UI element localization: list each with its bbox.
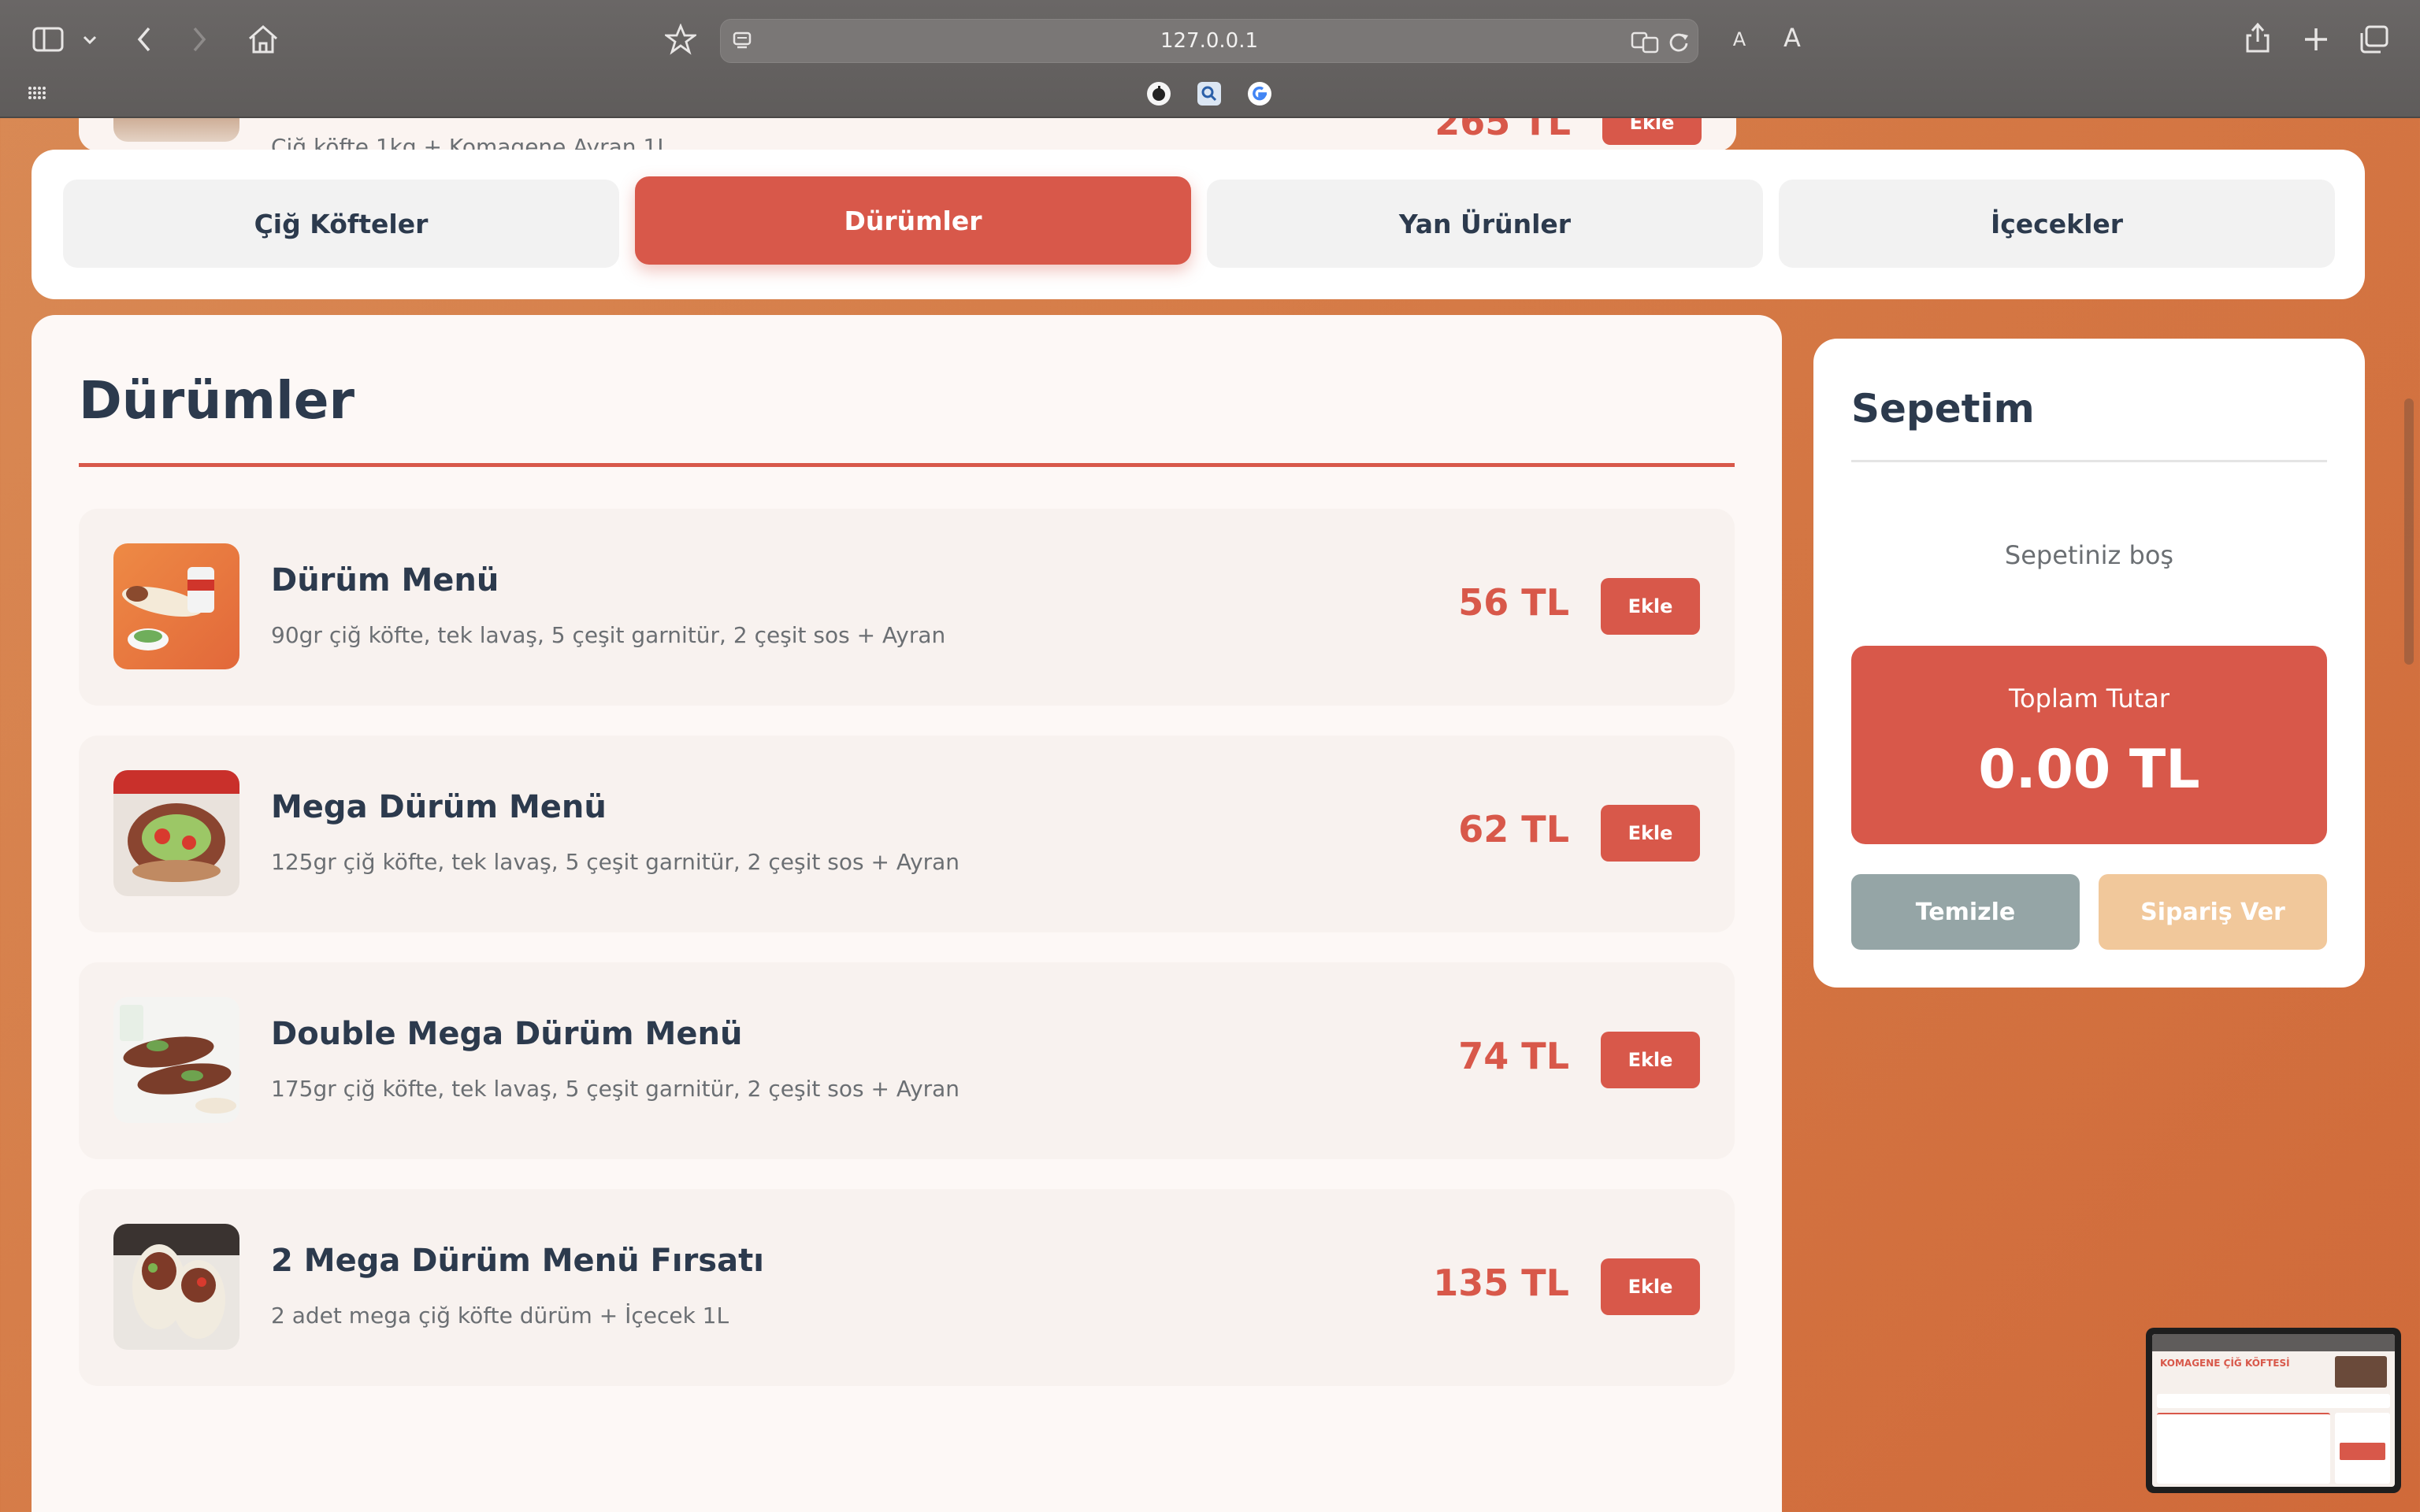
item-description: 90gr çiğ köfte, tek lavaş, 5 çeşit garni… xyxy=(271,622,946,648)
item-name: Mega Dürüm Menü xyxy=(271,789,607,825)
category-tabs: Çiğ Köfteler Dürümler Yan Ürünler İçecek… xyxy=(32,150,2365,299)
preview-title: KOMAGENE ÇİĞ KÖFTESİ xyxy=(2160,1358,2290,1369)
preview-list xyxy=(2157,1413,2330,1484)
preview-tabs xyxy=(2157,1394,2390,1408)
apple-favicon-icon[interactable] xyxy=(1147,82,1171,106)
search-favicon-icon[interactable] xyxy=(1197,82,1221,106)
total-value: 0.00 TL xyxy=(1978,739,2200,801)
google-favicon-icon[interactable] xyxy=(1248,82,1271,106)
menu-item: Mega Dürüm Menü 125gr çiğ köfte, tek lav… xyxy=(79,736,1735,932)
section-title: Dürümler xyxy=(79,370,355,431)
item-price: 135 TL xyxy=(1433,1262,1569,1304)
item-price: 62 TL xyxy=(1458,808,1569,850)
cart-empty-message: Sepetiniz boş xyxy=(2004,540,2174,570)
preview-toolbar xyxy=(2152,1334,2395,1351)
durum-menu-image xyxy=(113,543,239,669)
menu-panel: Dürümler Dürüm Menü 90gr çiğ köfte, tek … xyxy=(32,315,1782,1512)
menu-item: 2 Mega Dürüm Menü Fırsatı 2 adet mega çi… xyxy=(79,1189,1735,1386)
browser-toolbar: 127.0.0.1 A A xyxy=(0,0,2420,118)
tabs-overview-icon[interactable] xyxy=(2357,24,2390,55)
text-larger-button[interactable]: A xyxy=(1780,22,1804,54)
item-description: 2 adet mega çiğ köfte dürüm + İçecek 1L xyxy=(271,1303,729,1329)
mega-durum-firsati-image xyxy=(113,1224,239,1350)
total-box: Toplam Tutar 0.00 TL xyxy=(1851,646,2327,844)
tab-cig-kofteler[interactable]: Çiğ Köfteler xyxy=(63,180,619,268)
place-order-button[interactable]: Sipariş Ver xyxy=(2099,874,2327,950)
preview-cart xyxy=(2335,1413,2390,1484)
sidebar-toggle-icon[interactable] xyxy=(30,24,66,55)
cart-panel: Sepetim Sepetiniz boş Toplam Tutar 0.00 … xyxy=(1813,339,2365,988)
scrollbar[interactable] xyxy=(2404,398,2414,665)
home-icon[interactable] xyxy=(246,22,280,57)
preview-page: KOMAGENE ÇİĞ KÖFTESİ xyxy=(2152,1334,2395,1487)
grid-menu-icon[interactable] xyxy=(25,83,49,102)
bookmark-star-icon[interactable] xyxy=(663,22,698,57)
tab-durumler[interactable]: Dürümler xyxy=(635,176,1191,265)
preview-banner-image xyxy=(2335,1356,2387,1388)
double-mega-durum-menu-image xyxy=(113,997,239,1123)
clear-cart-button[interactable]: Temizle xyxy=(1851,874,2080,950)
item-description: 125gr çiğ köfte, tek lavaş, 5 çeşit garn… xyxy=(271,849,960,875)
section-divider xyxy=(79,463,1735,467)
reload-icon[interactable] xyxy=(1666,29,1691,54)
translate-icon[interactable] xyxy=(1630,29,1661,54)
url-text: 127.0.0.1 xyxy=(1160,29,1259,53)
back-icon[interactable] xyxy=(132,24,156,55)
menu-item: Dürüm Menü 90gr çiğ köfte, tek lavaş, 5 … xyxy=(79,509,1735,706)
text-smaller-button[interactable]: A xyxy=(1730,25,1749,54)
menu-item: Double Mega Dürüm Menü 175gr çiğ köfte, … xyxy=(79,962,1735,1159)
total-label: Toplam Tutar xyxy=(2008,684,2170,713)
item-name: Double Mega Dürüm Menü xyxy=(271,1016,743,1052)
add-button[interactable]: Ekle xyxy=(1601,578,1700,635)
item-name: Dürüm Menü xyxy=(271,562,499,598)
add-button[interactable]: Ekle xyxy=(1601,1258,1700,1315)
item-name: 2 Mega Dürüm Menü Fırsatı xyxy=(271,1243,764,1279)
item-description: 175gr çiğ köfte, tek lavaş, 5 çeşit garn… xyxy=(271,1076,960,1102)
forward-icon[interactable] xyxy=(187,24,211,55)
window-preview-thumbnail[interactable]: KOMAGENE ÇİĞ KÖFTESİ xyxy=(2146,1328,2401,1493)
add-button[interactable]: Ekle xyxy=(1601,805,1700,862)
mega-durum-menu-image xyxy=(113,770,239,896)
item-price: 56 TL xyxy=(1458,581,1569,624)
add-button[interactable]: Ekle xyxy=(1601,1032,1700,1088)
chevron-down-icon[interactable] xyxy=(80,28,99,52)
cart-title: Sepetim xyxy=(1851,386,2035,432)
share-icon[interactable] xyxy=(2242,19,2273,57)
cart-divider xyxy=(1851,460,2327,462)
tab-icecekler[interactable]: İçecekler xyxy=(1779,180,2335,268)
item-price: 74 TL xyxy=(1458,1035,1569,1077)
address-bar[interactable]: 127.0.0.1 xyxy=(720,19,1698,63)
new-tab-icon[interactable] xyxy=(2300,24,2332,55)
tab-yan-urunler[interactable]: Yan Ürünler xyxy=(1207,180,1763,268)
